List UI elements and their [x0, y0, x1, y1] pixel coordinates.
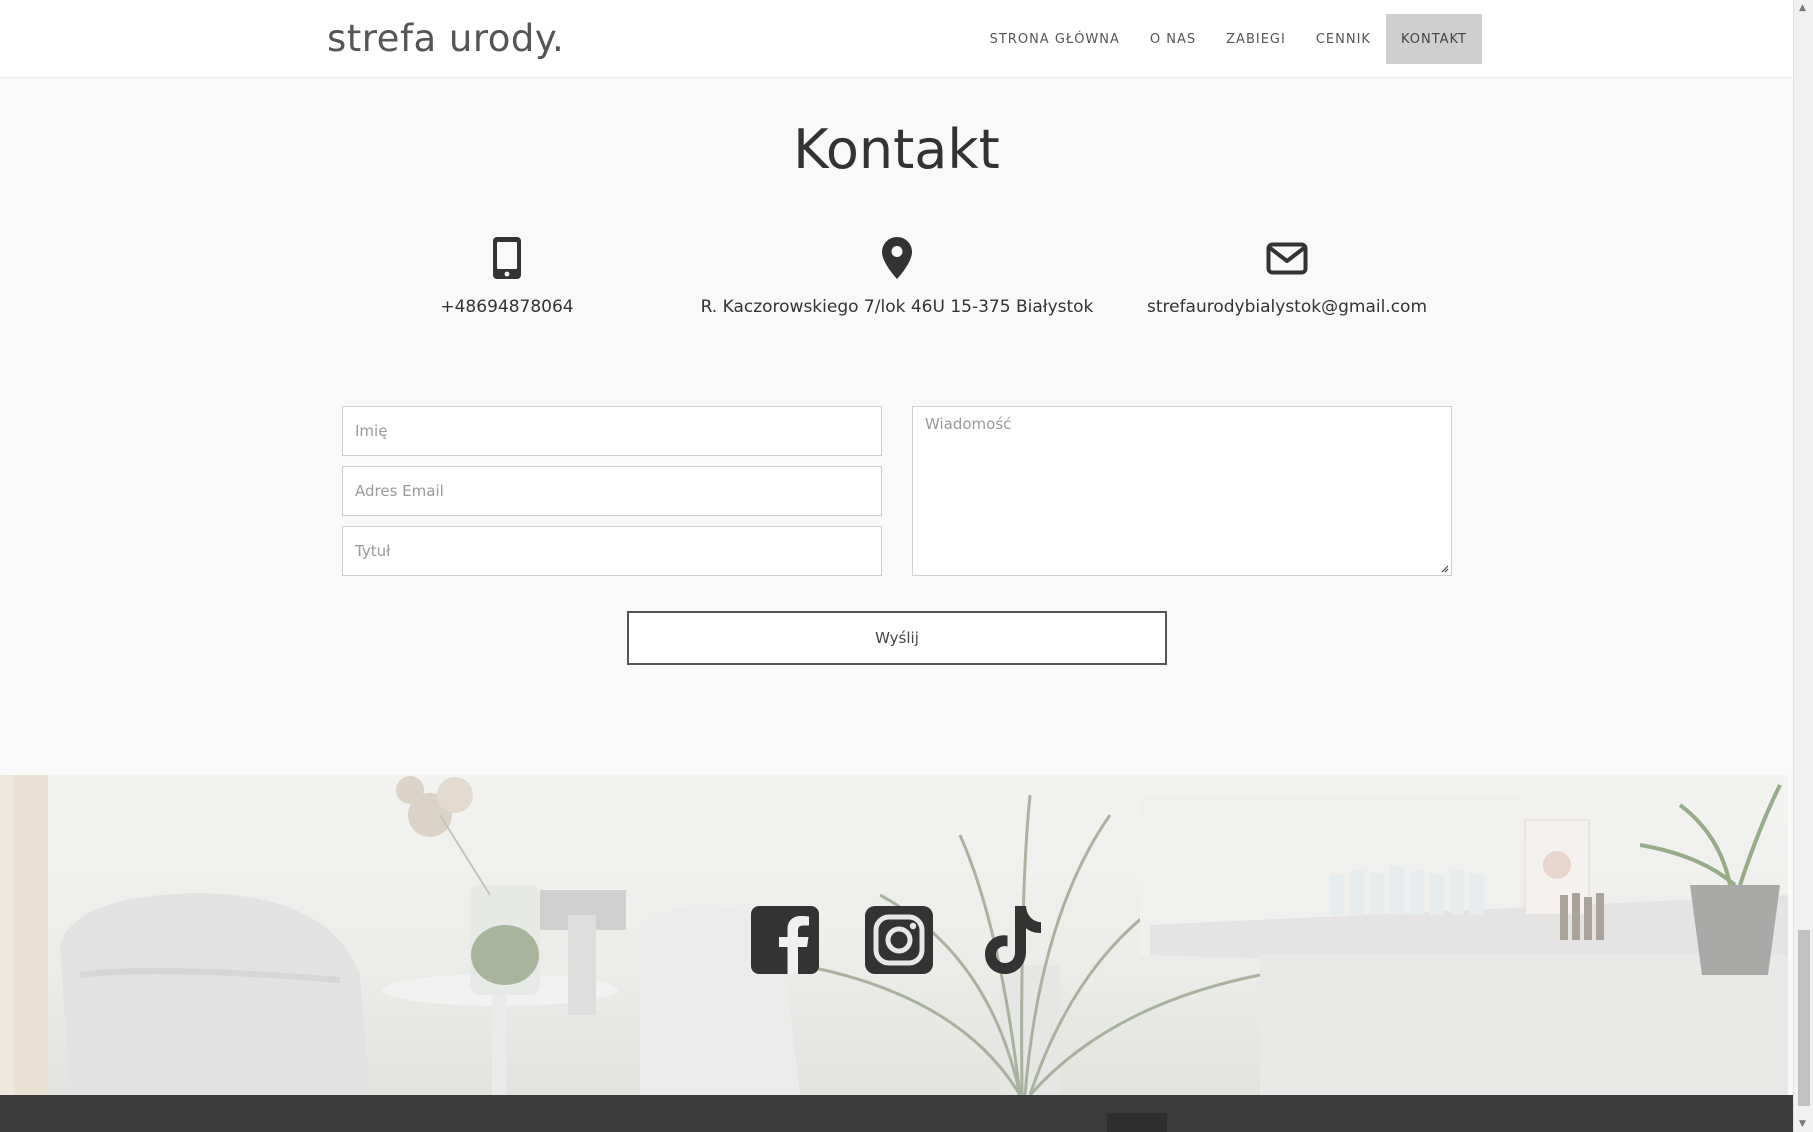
- contact-phone: +48694878064: [297, 236, 717, 317]
- scroll-to-top-button[interactable]: [1107, 1113, 1167, 1132]
- email-address[interactable]: strefaurodybialystok@gmail.com: [1077, 297, 1497, 317]
- tiktok-icon[interactable]: [977, 904, 1049, 976]
- envelope-icon: [1266, 242, 1308, 275]
- nav-item-home[interactable]: STRONA GŁÓWNA: [975, 14, 1135, 64]
- message-textarea[interactable]: Wiadomość: [912, 406, 1452, 576]
- nav-item-treatments[interactable]: ZABIEGI: [1211, 14, 1301, 64]
- nav-item-contact[interactable]: KONTAKT: [1385, 14, 1482, 64]
- site-footer: [0, 1095, 1793, 1132]
- site-header: strefa urody. STRONA GŁÓWNA O NAS ZABIEG…: [0, 0, 1793, 78]
- page: strefa urody. STRONA GŁÓWNA O NAS ZABIEG…: [0, 0, 1813, 1132]
- map-pin-icon: [882, 237, 912, 279]
- nav-item-about[interactable]: O NAS: [1135, 14, 1211, 64]
- name-input[interactable]: Imię: [342, 406, 882, 456]
- subject-input[interactable]: Tytuł: [342, 526, 882, 576]
- site-logo[interactable]: strefa urody.: [327, 17, 564, 60]
- instagram-icon[interactable]: [863, 904, 935, 976]
- nav-item-pricing[interactable]: CENNIK: [1301, 14, 1386, 64]
- scroll-up-arrow-icon[interactable]: ▲: [1799, 3, 1806, 13]
- scrollbar[interactable]: ▲ ▼: [1793, 0, 1813, 1132]
- main-nav: STRONA GŁÓWNA O NAS ZABIEGI CENNIK KONTA…: [975, 14, 1482, 64]
- page-title: Kontakt: [793, 118, 1000, 181]
- social-band: [0, 775, 1788, 1095]
- scroll-down-arrow-icon[interactable]: ▼: [1799, 1119, 1806, 1129]
- message-placeholder: Wiadomość: [925, 415, 1012, 433]
- send-button[interactable]: Wyślij: [627, 611, 1167, 665]
- facebook-icon[interactable]: [749, 904, 821, 976]
- email-input[interactable]: Adres Email: [342, 466, 882, 516]
- contact-address: R. Kaczorowskiego 7/lok 46U 15-375 Biały…: [687, 236, 1107, 317]
- phone-number[interactable]: +48694878064: [297, 297, 717, 317]
- contact-email: strefaurodybialystok@gmail.com: [1077, 236, 1497, 317]
- address-text: R. Kaczorowskiego 7/lok 46U 15-375 Biały…: [700, 297, 1094, 317]
- resize-grip-icon[interactable]: [1439, 563, 1449, 573]
- scrollbar-thumb[interactable]: [1798, 930, 1810, 1106]
- social-links: [0, 904, 1788, 976]
- mobile-phone-icon: [493, 237, 521, 279]
